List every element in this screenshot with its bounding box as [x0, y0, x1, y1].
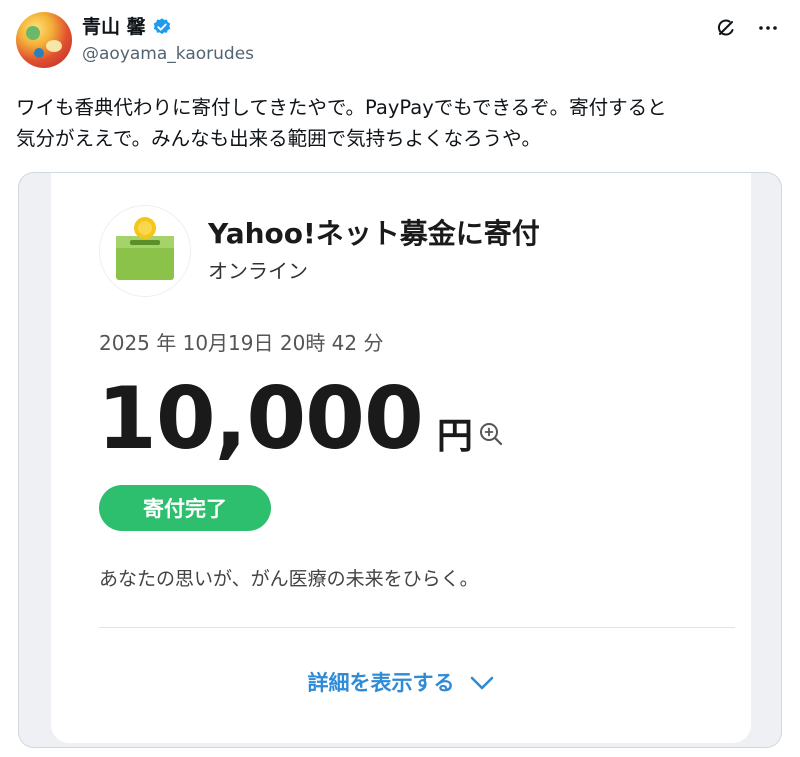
grok-icon[interactable] [714, 16, 738, 40]
zoom-in-icon[interactable] [477, 420, 505, 448]
user-name-row: 青山 馨 [82, 16, 172, 38]
divider [99, 627, 735, 628]
donation-datetime: 2025 年 10月19日 20時 42 分 [99, 331, 384, 355]
donation-box-icon [99, 205, 191, 297]
amount-row: 10,000 円 [97, 369, 505, 469]
donation-message: あなたの思いが、がん医療の未来をひらく。 [99, 568, 479, 590]
user-handle[interactable]: @aoyama_kaorudes [82, 44, 254, 64]
card-subtitle: オンライン [208, 259, 308, 283]
show-details-button[interactable]: 詳細を表示する [51, 667, 751, 697]
media-image[interactable]: Yahoo!ネット募金に寄付 オンライン 2025 年 10月19日 20時 4… [18, 172, 782, 748]
display-name[interactable]: 青山 馨 [82, 16, 146, 38]
card-title: Yahoo!ネット募金に寄付 [208, 217, 540, 250]
status-badge: 寄付完了 [99, 485, 271, 531]
donation-receipt-card: Yahoo!ネット募金に寄付 オンライン 2025 年 10月19日 20時 4… [51, 173, 751, 743]
avatar[interactable] [16, 12, 72, 68]
chevron-down-icon [469, 673, 495, 691]
post-actions-top [714, 16, 780, 40]
currency-label: 円 [436, 416, 473, 457]
more-icon[interactable] [756, 16, 780, 40]
show-details-label: 詳細を表示する [307, 671, 455, 695]
tweet-text: ワイも香典代わりに寄付してきたやで。PayPayでもできるぞ。寄付すると 気分が… [16, 96, 667, 150]
donation-amount: 10,000 [97, 369, 424, 469]
verified-badge-icon [152, 17, 172, 37]
post: 青山 馨 @aoyama_kaorudes ワイも香典代わりに寄付してきたやで。… [0, 0, 800, 757]
